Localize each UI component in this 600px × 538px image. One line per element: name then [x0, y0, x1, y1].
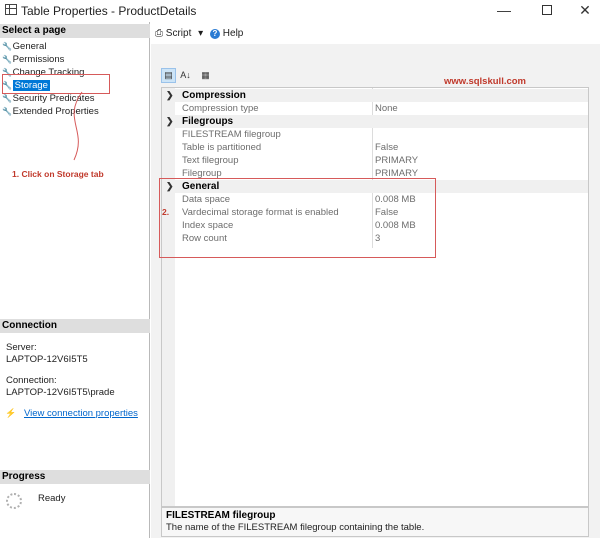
property-name: Compression type: [182, 103, 259, 114]
help-icon: ?: [210, 29, 220, 39]
close-button[interactable]: ✕: [565, 0, 600, 22]
property-row[interactable]: Text filegroup PRIMARY: [162, 154, 588, 167]
page-item-permissions[interactable]: 🔧 Permissions: [0, 53, 150, 66]
chevron-down-icon: ❯: [166, 90, 174, 100]
property-value: False: [375, 142, 399, 153]
script-label: Script: [165, 28, 192, 39]
maximize-button[interactable]: [527, 0, 567, 22]
annotation-arrow: [73, 91, 83, 161]
annotation-step-1: 1. Click on Storage tab: [12, 169, 104, 179]
page-item-label: Permissions: [12, 54, 65, 65]
page-item-label: General: [12, 41, 47, 52]
property-grid: ❯ Compression Compression type None ❯ Fi…: [161, 87, 589, 507]
watermark: www.sqlskull.com: [444, 76, 527, 87]
property-name: FILESTREAM filegroup: [182, 129, 281, 140]
property-name: Table is partitioned: [182, 142, 262, 153]
annotation-step-2: 2.: [162, 207, 170, 217]
server-label: Server:: [6, 342, 37, 353]
category-filegroups[interactable]: ❯ Filegroups: [162, 115, 588, 128]
minimize-button[interactable]: —: [484, 0, 524, 22]
property-pages-button[interactable]: ▦: [198, 68, 213, 83]
description-body: The name of the FILESTREAM filegroup con…: [166, 522, 425, 533]
help-label: Help: [222, 28, 244, 39]
wrench-icon: 🔧: [2, 42, 12, 51]
script-icon: ⎙: [155, 28, 163, 39]
connection-label: Connection:: [6, 375, 57, 386]
progress-header: Progress: [0, 470, 150, 484]
wrench-icon: 🔧: [2, 107, 12, 116]
property-name: Text filegroup: [182, 155, 239, 166]
description-title: FILESTREAM filegroup: [166, 510, 276, 521]
window-title: Table Properties - ProductDetails: [21, 4, 197, 18]
connection-header: Connection: [0, 319, 150, 333]
view-connection-properties-link[interactable]: View connection properties: [24, 408, 138, 419]
progress-status: Ready: [38, 493, 66, 504]
select-page-header: Select a page: [0, 24, 150, 38]
category-label: Compression: [182, 90, 246, 101]
server-value: LAPTOP-12V6I5T5: [6, 354, 88, 365]
property-value: PRIMARY: [375, 155, 419, 166]
property-row[interactable]: FILESTREAM filegroup: [162, 128, 588, 141]
spinner-icon: [6, 493, 22, 509]
dropdown-arrow-icon: ▾: [198, 28, 204, 39]
help-button[interactable]: ? Help: [210, 28, 243, 39]
maximize-icon: [542, 5, 552, 15]
property-row[interactable]: Table is partitioned False: [162, 141, 588, 154]
connection-value: LAPTOP-12V6I5T5\prade: [6, 387, 115, 398]
alphabetical-sort-button[interactable]: A↓: [178, 68, 193, 83]
annotation-box-general: [159, 178, 436, 258]
wrench-icon: 🔧: [2, 55, 12, 64]
toolbar: ⎙ Script ▾ ? Help: [151, 22, 600, 44]
categorized-view-button[interactable]: ▤: [161, 68, 176, 83]
plug-icon: ⚡: [5, 408, 17, 418]
table-icon: [5, 4, 17, 15]
page-item-general[interactable]: 🔧 General: [0, 40, 150, 53]
chevron-down-icon: ❯: [166, 116, 174, 126]
property-row[interactable]: Compression type None: [162, 102, 588, 115]
category-label: Filegroups: [182, 116, 234, 127]
description-panel: FILESTREAM filegroup The name of the FIL…: [161, 507, 589, 537]
script-button[interactable]: ⎙ Script ▾: [155, 28, 203, 39]
title-bar: Table Properties - ProductDetails — ✕: [0, 0, 600, 22]
right-panel: ⎙ Script ▾ ? Help ▤ A↓ ▦ www.sqlskull.co…: [151, 22, 600, 538]
property-value: None: [375, 103, 398, 114]
category-compression[interactable]: ❯ Compression: [162, 89, 588, 102]
